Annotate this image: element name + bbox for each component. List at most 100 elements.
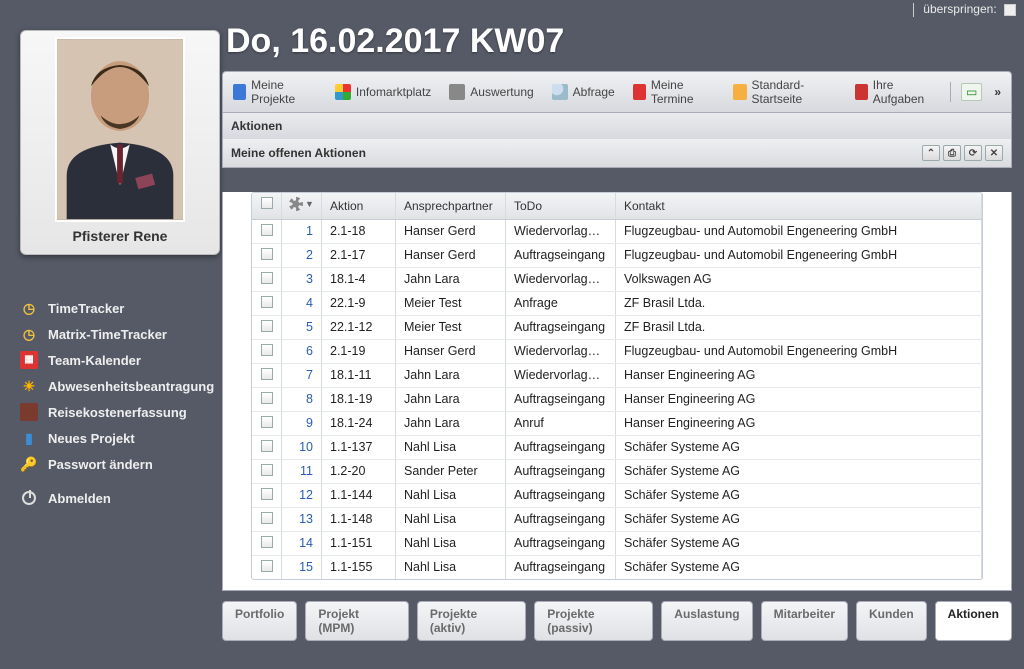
cell-kontakt: Schäfer Systeme AG (616, 556, 982, 579)
row-checkbox[interactable] (252, 388, 282, 411)
cell-kontakt: ZF Brasil Ltda. (616, 292, 982, 315)
cell-ansprechpartner: Meier Test (396, 316, 506, 339)
clock-icon: ◷ (20, 325, 38, 343)
row-number[interactable]: 13 (282, 508, 322, 531)
table-row[interactable]: 141.1-151Nahl LisaAuftragseingangSchäfer… (252, 532, 982, 556)
sidebar-item-reisekosten[interactable]: Reisekostenerfassung (20, 399, 220, 425)
collapse-icon[interactable]: ⌃ (922, 145, 940, 161)
table-row[interactable]: 111.2-20Sander PeterAuftragseingangSchäf… (252, 460, 982, 484)
cell-aktion: 1.1-151 (322, 532, 396, 555)
toolbar-infomarktplatz[interactable]: Infomarktplatz (329, 82, 437, 102)
sidebar-item-neues-projekt[interactable]: ▮ Neues Projekt (20, 425, 220, 451)
row-number[interactable]: 2 (282, 244, 322, 267)
sidebar-item-abmelden[interactable]: Abmelden (20, 485, 220, 511)
toolbar-label: Standard-Startseite (752, 78, 837, 106)
row-checkbox[interactable] (252, 268, 282, 291)
task-icon (855, 84, 868, 100)
col-ansprechpartner[interactable]: Ansprechpartner (396, 193, 506, 219)
table-row[interactable]: 101.1-137Nahl LisaAuftragseingangSchäfer… (252, 436, 982, 460)
toolbar-abfrage[interactable]: Abfrage (546, 82, 621, 102)
cell-todo: Wiedervorlage … (506, 220, 616, 243)
row-number[interactable]: 1 (282, 220, 322, 243)
table-row[interactable]: 522.1-12Meier TestAuftragseingangZF Bras… (252, 316, 982, 340)
table-row[interactable]: 22.1-17Hanser GerdAuftragseingangFlugzeu… (252, 244, 982, 268)
table-row[interactable]: 818.1-19Jahn LaraAuftragseingangHanser E… (252, 388, 982, 412)
row-number[interactable]: 15 (282, 556, 322, 579)
toolbar-meine-termine[interactable]: Meine Termine (627, 76, 722, 108)
row-number[interactable]: 9 (282, 412, 322, 435)
skip-label: überspringen: (923, 2, 996, 16)
tab-mitarbeiter[interactable]: Mitarbeiter (761, 601, 848, 641)
table-row[interactable]: 318.1-4Jahn LaraWiedervorlage …Volkswage… (252, 268, 982, 292)
row-actions-header[interactable]: ▼ (282, 193, 322, 219)
row-checkbox[interactable] (252, 508, 282, 531)
cell-aktion: 2.1-18 (322, 220, 396, 243)
avatar (55, 37, 185, 222)
tab-kunden[interactable]: Kunden (856, 601, 927, 641)
cell-todo: Wiedervorlage … (506, 364, 616, 387)
table-row[interactable]: 918.1-24Jahn LaraAnrufHanser Engineering… (252, 412, 982, 436)
toolbar-ihre-aufgaben[interactable]: Ihre Aufgaben (849, 76, 941, 108)
row-checkbox[interactable] (252, 364, 282, 387)
table-row[interactable]: 12.1-18Hanser GerdWiedervorlage …Flugzeu… (252, 220, 982, 244)
toolbar-overflow[interactable]: » (988, 85, 1007, 99)
toolbar-standard-startseite[interactable]: Standard-Startseite (727, 76, 842, 108)
print-icon[interactable]: ⎙ (943, 145, 961, 161)
row-number[interactable]: 6 (282, 340, 322, 363)
row-checkbox[interactable] (252, 220, 282, 243)
refresh-icon[interactable]: ⟳ (964, 145, 982, 161)
add-monitor-icon[interactable]: ▭ (961, 83, 982, 101)
row-checkbox[interactable] (252, 460, 282, 483)
row-number[interactable]: 3 (282, 268, 322, 291)
row-checkbox[interactable] (252, 436, 282, 459)
toolbar-auswertung[interactable]: Auswertung (443, 82, 539, 102)
col-kontakt[interactable]: Kontakt (616, 193, 982, 219)
tab-aktionen[interactable]: Aktionen (935, 601, 1012, 641)
table-row[interactable]: 718.1-11Jahn LaraWiedervorlage …Hanser E… (252, 364, 982, 388)
col-todo[interactable]: ToDo (506, 193, 616, 219)
tab-projekte-aktiv[interactable]: Projekte (aktiv) (417, 601, 526, 641)
row-checkbox[interactable] (252, 532, 282, 555)
table-row[interactable]: 62.1-19Hanser GerdWiedervorlage …Flugzeu… (252, 340, 982, 364)
row-number[interactable]: 8 (282, 388, 322, 411)
skip-checkbox[interactable] (1004, 4, 1016, 16)
row-number[interactable]: 10 (282, 436, 322, 459)
sidebar-item-matrix-timetracker[interactable]: ◷ Matrix-TimeTracker (20, 321, 220, 347)
sidebar-item-timetracker[interactable]: ◷ TimeTracker (20, 295, 220, 321)
sidebar-item-abwesenheit[interactable]: ☀ Abwesenheitsbeantragung (20, 373, 220, 399)
row-number[interactable]: 14 (282, 532, 322, 555)
row-checkbox[interactable] (252, 244, 282, 267)
tab-portfolio[interactable]: Portfolio (222, 601, 297, 641)
cell-todo: Auftragseingang (506, 508, 616, 531)
tab-auslastung[interactable]: Auslastung (661, 601, 752, 641)
cell-ansprechpartner: Hanser Gerd (396, 340, 506, 363)
tab-projekte-passiv[interactable]: Projekte (passiv) (534, 601, 653, 641)
row-checkbox[interactable] (252, 316, 282, 339)
cell-ansprechpartner: Nahl Lisa (396, 556, 506, 579)
sidebar-item-label: TimeTracker (48, 301, 124, 316)
close-icon[interactable]: ✕ (985, 145, 1003, 161)
row-checkbox[interactable] (252, 412, 282, 435)
sidebar-item-team-kalender[interactable]: ▦ Team-Kalender (20, 347, 220, 373)
toolbar-meine-projekte[interactable]: Meine Projekte (227, 76, 323, 108)
row-number[interactable]: 7 (282, 364, 322, 387)
row-number[interactable]: 12 (282, 484, 322, 507)
grid-body[interactable]: 12.1-18Hanser GerdWiedervorlage …Flugzeu… (252, 220, 982, 579)
tab-projekt-mpm[interactable]: Projekt (MPM) (305, 601, 409, 641)
row-checkbox[interactable] (252, 340, 282, 363)
row-number[interactable]: 11 (282, 460, 322, 483)
select-all-checkbox[interactable] (252, 193, 282, 219)
row-checkbox[interactable] (252, 484, 282, 507)
row-checkbox[interactable] (252, 292, 282, 315)
document-icon (233, 84, 246, 100)
row-checkbox[interactable] (252, 556, 282, 579)
toolbar-label: Abfrage (573, 85, 615, 99)
row-number[interactable]: 5 (282, 316, 322, 339)
table-row[interactable]: 121.1-144Nahl LisaAuftragseingangSchäfer… (252, 484, 982, 508)
row-number[interactable]: 4 (282, 292, 322, 315)
col-aktion[interactable]: Aktion (322, 193, 396, 219)
table-row[interactable]: 422.1-9Meier TestAnfrageZF Brasil Ltda. (252, 292, 982, 316)
sidebar-item-passwort[interactable]: 🔑 Passwort ändern (20, 451, 220, 477)
table-row[interactable]: 151.1-155Nahl LisaAuftragseingangSchäfer… (252, 556, 982, 579)
table-row[interactable]: 131.1-148Nahl LisaAuftragseingangSchäfer… (252, 508, 982, 532)
